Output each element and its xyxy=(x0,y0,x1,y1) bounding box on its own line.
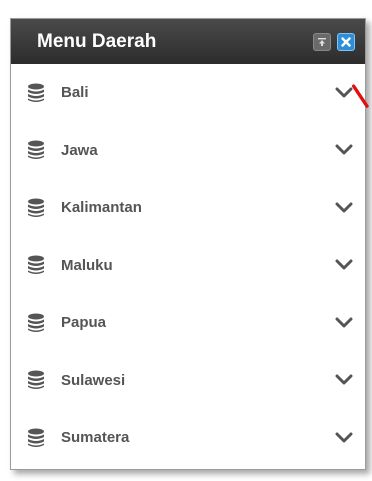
annotation-arrow xyxy=(352,84,369,108)
list-item[interactable]: Bali xyxy=(11,64,365,122)
list-item-label: Jawa xyxy=(61,141,98,159)
database-icon xyxy=(28,370,44,390)
database-icon xyxy=(28,428,44,447)
chevron-down-icon[interactable] xyxy=(335,317,353,329)
list-item[interactable]: Papua xyxy=(11,294,365,352)
list-item-label: Bali xyxy=(61,84,89,102)
chevron-down-icon[interactable] xyxy=(335,87,353,99)
list-item-label: Papua xyxy=(61,314,107,332)
menu-panel: Menu Daerah Bali Jawa Kalimantan Maluku … xyxy=(10,18,366,470)
panel-title: Menu Daerah xyxy=(37,30,157,52)
database-icon xyxy=(28,140,44,160)
database-icon xyxy=(28,255,44,275)
close-icon xyxy=(341,36,351,47)
region-list: Bali Jawa Kalimantan Maluku Papua Sulawe… xyxy=(11,64,365,467)
list-item-label: Sumatera xyxy=(61,429,130,447)
database-icon xyxy=(28,198,44,217)
chevron-down-icon[interactable] xyxy=(335,144,353,156)
chevron-down-icon[interactable] xyxy=(335,432,353,444)
database-icon xyxy=(28,83,44,102)
list-item-label: Sulawesi xyxy=(61,371,126,389)
collapse-up-icon xyxy=(318,37,326,46)
close-button[interactable] xyxy=(337,32,355,51)
chevron-down-icon[interactable] xyxy=(335,374,353,386)
list-item[interactable]: Maluku xyxy=(11,237,365,295)
list-item[interactable]: Sumatera xyxy=(11,409,365,467)
chevron-down-icon[interactable] xyxy=(335,259,353,271)
list-item-label: Kalimantan xyxy=(61,199,142,217)
list-item-label: Maluku xyxy=(61,256,113,274)
panel-header: Menu Daerah xyxy=(11,19,365,64)
list-item[interactable]: Jawa xyxy=(11,122,365,180)
list-item[interactable]: Kalimantan xyxy=(11,179,365,237)
chevron-down-icon[interactable] xyxy=(335,202,353,214)
list-item[interactable]: Sulawesi xyxy=(11,352,365,410)
database-icon xyxy=(28,313,44,332)
collapse-button[interactable] xyxy=(313,32,331,51)
